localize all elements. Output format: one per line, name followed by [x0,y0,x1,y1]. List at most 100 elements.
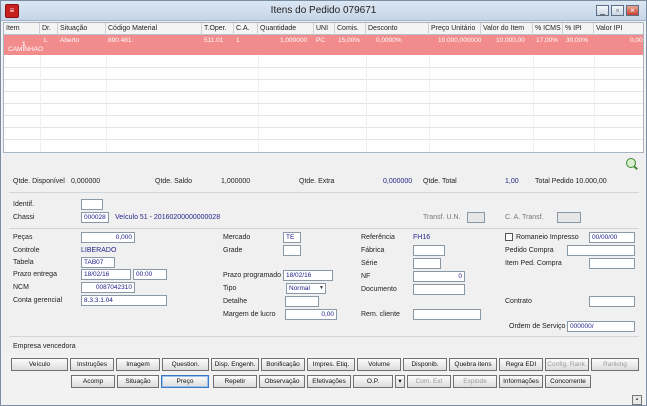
col-toper[interactable]: T.Oper. [202,23,234,35]
nf-field[interactable]: 0 [413,271,465,282]
com-ext-button[interactable]: Com. Ext [407,375,451,388]
mercado-field[interactable]: TE [283,232,301,243]
items-grid[interactable]: Item Dr. Situação Código Material T.Oper… [3,22,644,153]
extra-label: Qtde. Extra [299,178,335,185]
nf-label: NF [361,273,371,280]
col-codigo[interactable]: Código Material [106,23,202,35]
item-detail-form: Qtde. Disponível 0,000000 Qtde. Saldo 1,… [3,154,644,355]
observacao-button[interactable]: Observação [259,375,305,388]
romaneio-checkbox[interactable] [505,233,513,241]
detalhe-field[interactable] [285,296,319,307]
col-icms[interactable]: % ICMS [533,23,563,35]
acomp-button[interactable]: Acomp [71,375,115,388]
minimize-icon[interactable]: _ [596,5,609,16]
ca-transf-field [557,212,581,223]
pedido-compra-field[interactable] [567,245,635,256]
cell-valor-item: 10.000,00 [496,37,525,44]
disponib-button[interactable]: Disponib. [403,358,447,371]
volume-button[interactable]: Volume [357,358,401,371]
ordem-servico-label: Ordem de Serviço [509,323,566,330]
col-uni[interactable]: UNI [314,23,335,35]
col-ipi[interactable]: % IPI [563,23,594,35]
conta-gerencial-label: Conta gerencial [13,297,63,304]
serie-field[interactable] [413,258,441,269]
regra-edi-button[interactable]: Regra EDI [499,358,543,371]
cell-uni: PC [316,37,326,44]
prazo-entrega-date-field[interactable]: 18/02/16 [81,269,131,280]
concorrente-button[interactable]: Concorrente [545,375,591,388]
instrucoes-button[interactable]: Instruções [70,358,114,371]
col-quantidade[interactable]: Quantidade [258,23,314,35]
tipo-select-value: Normal [289,285,310,292]
repetir-button[interactable]: Repetir [213,375,257,388]
grade-field[interactable] [283,245,301,256]
maximize-icon[interactable]: ▫ [611,5,624,16]
informacoes-button[interactable]: Informações [499,375,543,388]
col-dr[interactable]: Dr. [40,23,58,35]
config-rank-button[interactable]: Config. Rank. [545,358,589,371]
window-title: Itens do Pedido 079671 [270,5,377,16]
ncm-field[interactable]: 0087042310 [81,282,135,293]
controle-label: Controle [13,247,40,254]
table-row[interactable]: 1 L Aberto 890.481. 511.01 1 1,000000 PC… [4,35,643,55]
efetivacoes-button[interactable]: Efetivações [307,375,351,388]
close-icon[interactable]: × [626,5,639,16]
tipo-select[interactable]: Normal ▼ [286,283,326,294]
tabela-field[interactable]: TAB07 [81,257,115,268]
cell-ca: 1 [236,37,240,44]
disponivel-label: Qtde. Disponível [13,178,65,185]
referencia-value: FH16 [413,234,431,241]
imagem-button[interactable]: Imagem [116,358,160,371]
cell-preco: 10.000,000000 [438,37,482,44]
question-button[interactable]: Question. [162,358,209,371]
ca-transf-label: C. A. Transf. [505,214,544,221]
cell-comis: 15,00% [338,37,361,44]
cell-ipi: 30,00% [566,37,589,44]
col-valor-item[interactable]: Valor do Item [481,23,533,35]
ranking-button[interactable]: Ranking [591,358,639,371]
resize-grip-icon[interactable]: ▪ [632,395,642,405]
romaneio-date-field[interactable]: 00/00/00 [589,232,635,243]
rem-cliente-field[interactable] [413,309,481,320]
col-situacao[interactable]: Situação [58,23,106,35]
chassi-code-field[interactable]: 000028 [81,212,109,223]
ordem-servico-field[interactable]: 000000/ [567,321,635,332]
cell-situacao: Aberto [60,37,80,44]
col-valor-ipi[interactable]: Valor IPI [594,23,643,35]
fabrica-field[interactable] [413,245,445,256]
extra-value: 0,000000 [383,178,413,185]
disp-engenh-button[interactable]: Disp. Engenh. [211,358,259,371]
prazo-entrega-time-field[interactable]: 00:00 [133,269,167,280]
grade-label: Grade [223,247,243,254]
item-ped-compra-field[interactable] [589,258,635,269]
pecas-field[interactable]: 0,000 [81,232,135,243]
prazo-programado-field[interactable]: 18/02/16 [283,270,333,281]
col-comis[interactable]: Comis. [335,23,366,35]
col-desconto[interactable]: Desconto [366,23,429,35]
explode-button[interactable]: Explode [453,375,497,388]
op-dropdown-icon[interactable]: ▾ [395,375,405,388]
situacao-button[interactable]: Situação [117,375,159,388]
cell-valor-ipi: 0,00 [630,37,643,44]
col-preco[interactable]: Preço Unitário [429,23,481,35]
bonificacao-button[interactable]: Bonificação [261,358,305,371]
contrato-field[interactable] [589,296,635,307]
ncm-label: NCM [13,284,29,291]
pecas-label: Peças [13,234,33,241]
conta-gerencial-field[interactable]: 8.3.3.1.04 [81,295,167,306]
transf-un-field [467,212,485,223]
col-ca[interactable]: C.A. [234,23,258,35]
zoom-icon[interactable] [626,158,636,168]
quebra-itens-button[interactable]: Quebra itens [449,358,497,371]
margem-field[interactable]: 0,00 [285,309,337,320]
col-item[interactable]: Item [4,23,40,35]
serie-label: Série [361,260,378,267]
identif-field[interactable] [81,199,103,210]
veiculo-button[interactable]: Veículo [11,358,68,371]
preco-button[interactable]: Preço [161,375,209,388]
impres-etiq-button[interactable]: Impres. Etiq. [307,358,355,371]
chevron-down-icon: ▼ [319,285,324,291]
documento-field[interactable] [413,284,465,295]
cell-quantidade: 1,000000 [280,37,308,44]
op-button[interactable]: O.P. [353,375,393,388]
